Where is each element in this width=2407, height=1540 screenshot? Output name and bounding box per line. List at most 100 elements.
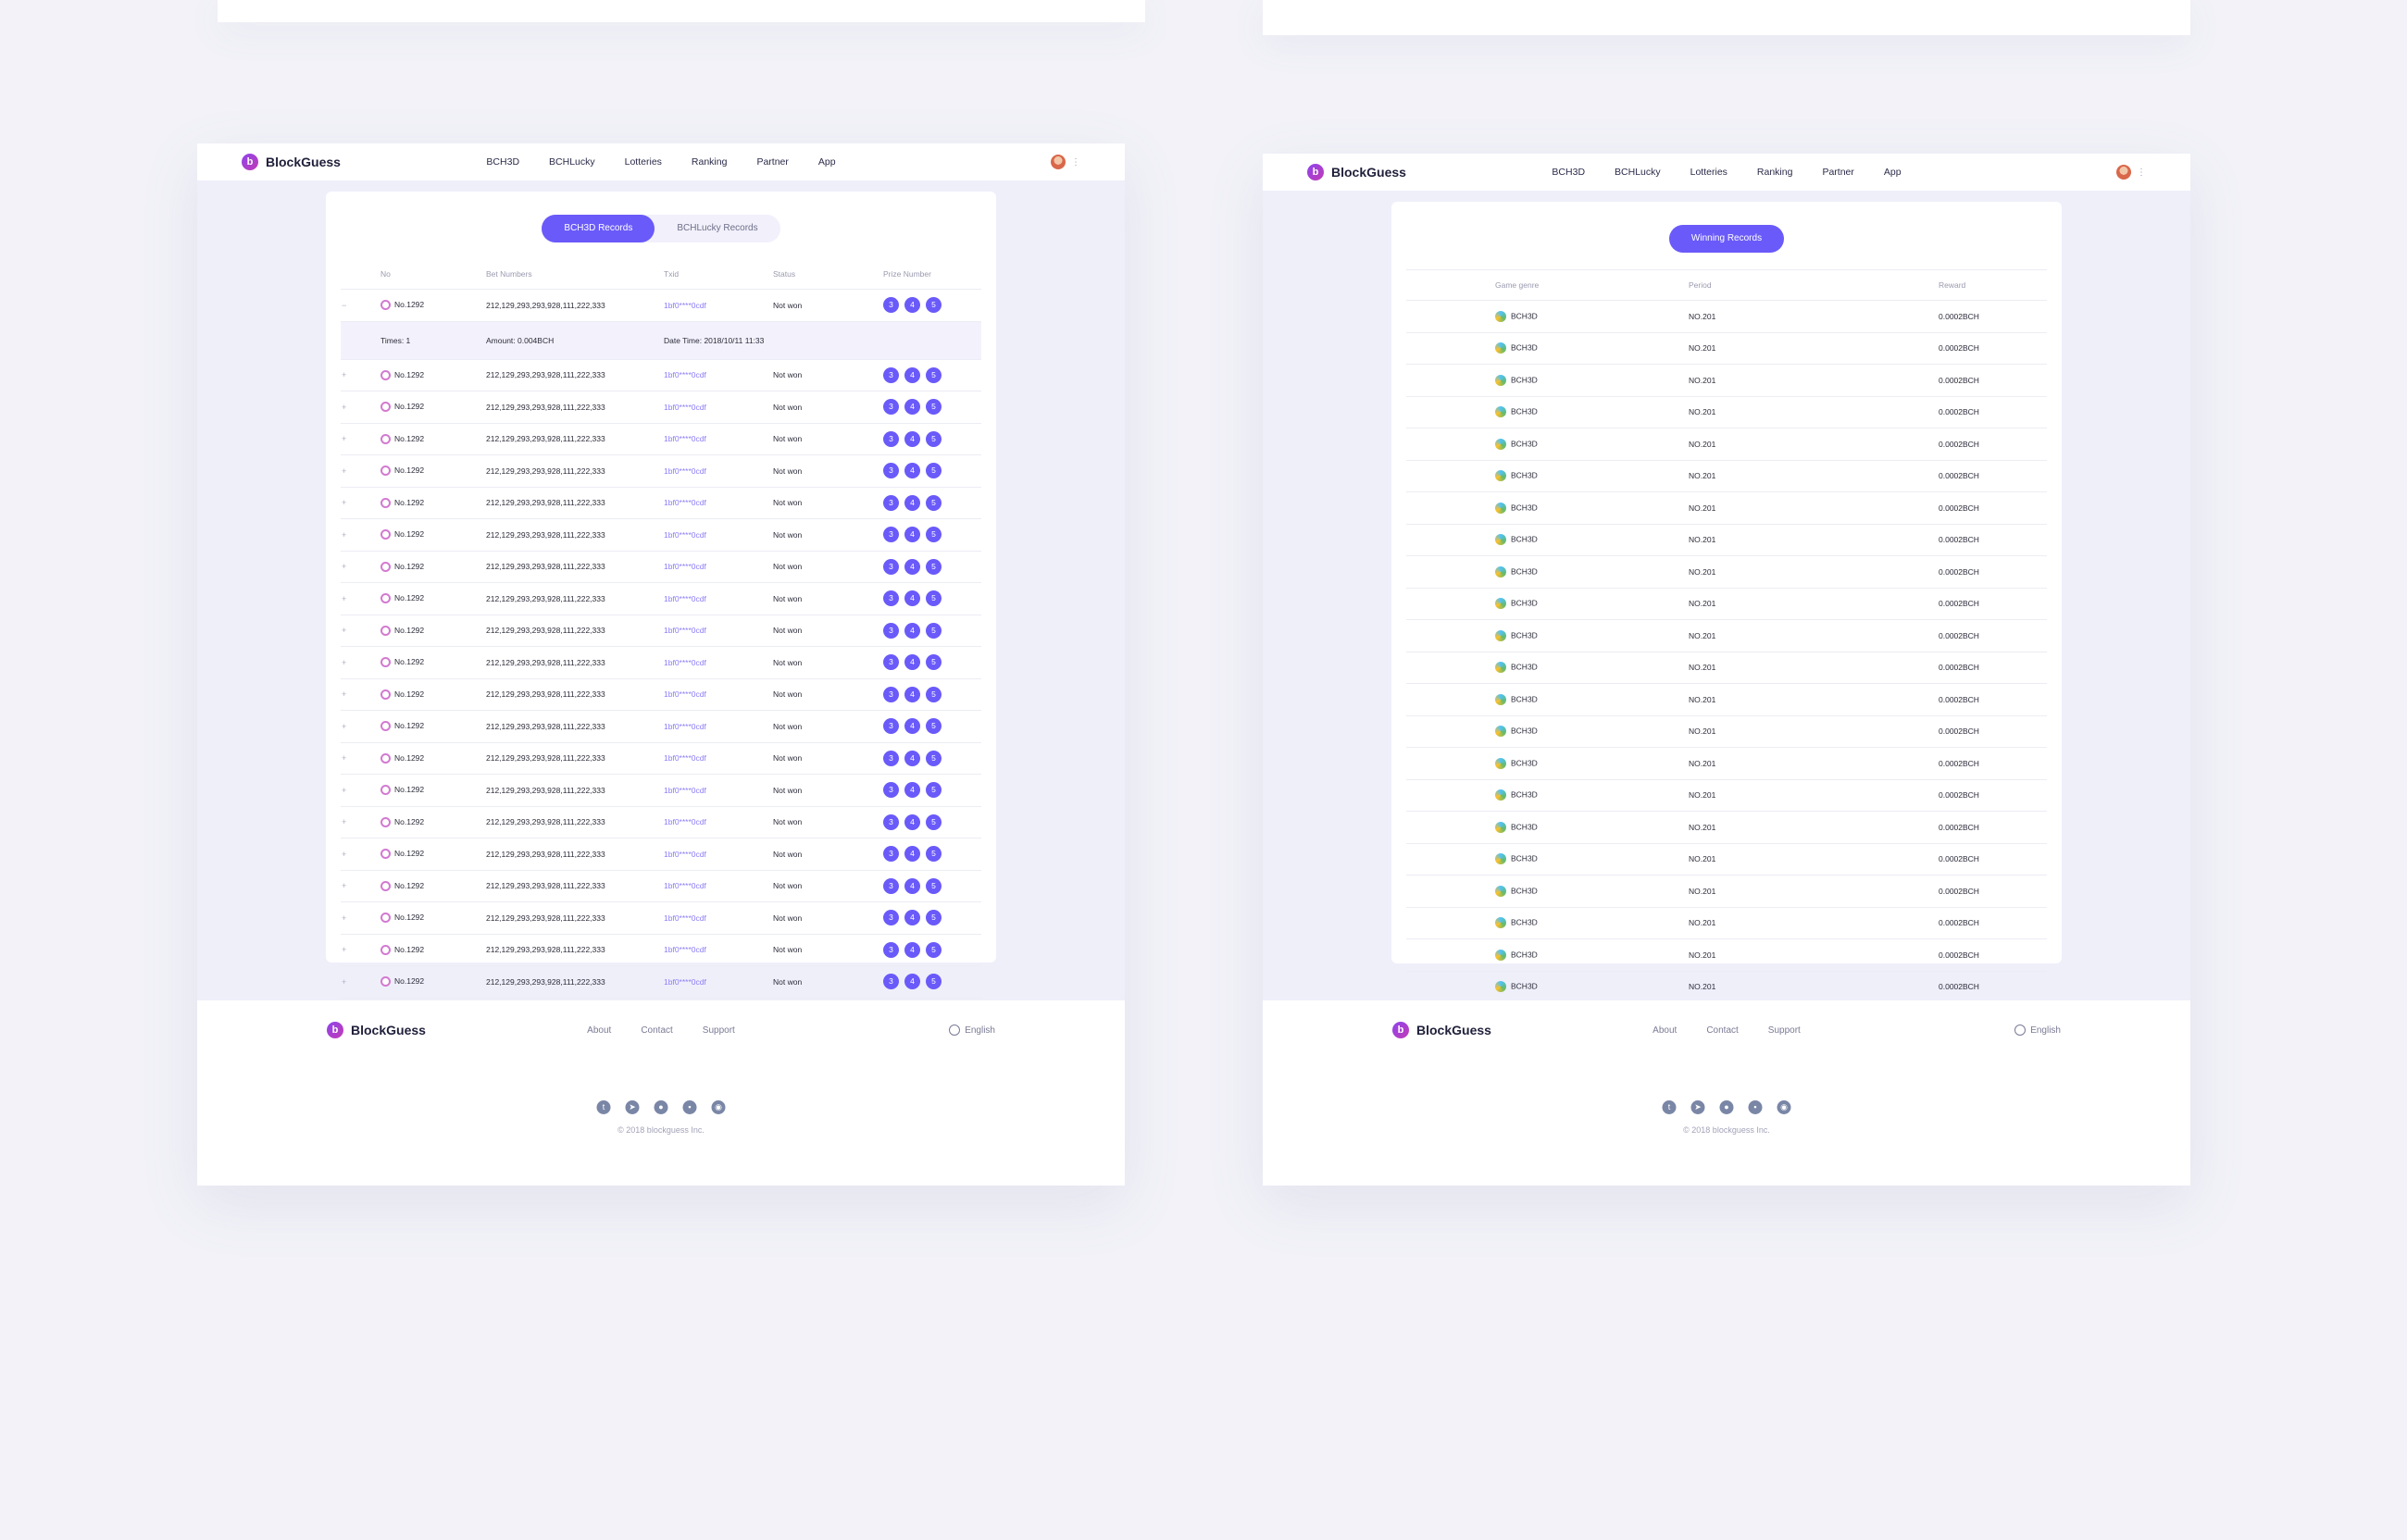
github-icon[interactable]: ◉ — [1777, 1100, 1791, 1114]
table-row[interactable]: + No.1292 212,129,293,293,928,111,222,333 1… — [341, 806, 981, 838]
github-icon[interactable]: ◉ — [711, 1100, 726, 1114]
row-txid-link[interactable]: 1bf0****0cdf — [664, 977, 706, 987]
expand-toggle-icon[interactable]: + — [342, 562, 346, 571]
language-selector[interactable]: English — [949, 1025, 995, 1036]
table-row[interactable]: − No.1292 212,129,293,293,928,111,222,333 1… — [341, 289, 981, 322]
expand-toggle-icon[interactable]: + — [342, 786, 346, 795]
table-row[interactable]: + No.1292 212,129,293,293,928,111,222,333 1… — [341, 551, 981, 583]
expand-toggle-icon[interactable]: + — [342, 530, 346, 540]
more-icon[interactable]: ⋮ — [2137, 168, 2146, 178]
row-txid-link[interactable]: 1bf0****0cdf — [664, 530, 706, 540]
expand-toggle-icon[interactable]: + — [342, 881, 346, 890]
footer-link-support[interactable]: Support — [703, 1025, 735, 1036]
table-row[interactable]: + No.1292 212,129,293,293,928,111,222,333 1… — [341, 615, 981, 647]
table-row[interactable]: + No.1292 212,129,293,293,928,111,222,333 1… — [341, 901, 981, 935]
expand-toggle-icon[interactable]: − — [342, 301, 346, 310]
expand-toggle-icon[interactable]: + — [342, 498, 346, 507]
expand-toggle-icon[interactable]: + — [342, 913, 346, 923]
footer-link-contact[interactable]: Contact — [641, 1025, 672, 1036]
discord-icon[interactable]: ▪ — [682, 1100, 697, 1114]
footer-link-about[interactable]: About — [1652, 1025, 1677, 1036]
brand-logo[interactable]: b BlockGuess — [242, 154, 341, 170]
brand-logo[interactable]: b BlockGuess — [1307, 164, 1406, 180]
expand-toggle-icon[interactable]: + — [342, 753, 346, 763]
nav-item-lotteries[interactable]: Lotteries — [1690, 167, 1727, 178]
avatar[interactable] — [1051, 155, 1066, 169]
nav-item-bch3d[interactable]: BCH3D — [1552, 167, 1585, 178]
row-txid-link[interactable]: 1bf0****0cdf — [664, 562, 706, 571]
row-txid-link[interactable]: 1bf0****0cdf — [664, 658, 706, 667]
nav-item-bch3d[interactable]: BCH3D — [486, 156, 519, 168]
table-row[interactable]: + No.1292 212,129,293,293,928,111,222,333 1… — [341, 965, 981, 999]
table-row[interactable]: + No.1292 212,129,293,293,928,111,222,333 1… — [341, 742, 981, 775]
table-row[interactable]: + No.1292 212,129,293,293,928,111,222,333 1… — [341, 518, 981, 552]
row-txid-link[interactable]: 1bf0****0cdf — [664, 786, 706, 795]
tab-bch3d-records[interactable]: BCH3D Records — [542, 215, 655, 242]
table-row[interactable]: + No.1292 212,129,293,293,928,111,222,333 1… — [341, 710, 981, 743]
footer-logo[interactable]: b BlockGuess — [327, 1022, 426, 1038]
row-txid-link[interactable]: 1bf0****0cdf — [664, 753, 706, 763]
table-row[interactable]: + No.1292 212,129,293,293,928,111,222,333 1… — [341, 359, 981, 391]
table-row[interactable]: + No.1292 212,129,293,293,928,111,222,333 1… — [341, 774, 981, 807]
expand-toggle-icon[interactable]: + — [342, 658, 346, 667]
table-row[interactable]: + No.1292 212,129,293,293,928,111,222,333 1… — [341, 423, 981, 455]
twitter-icon[interactable]: t — [1662, 1100, 1677, 1114]
row-txid-link[interactable]: 1bf0****0cdf — [664, 945, 706, 954]
expand-toggle-icon[interactable]: + — [342, 434, 346, 443]
nav-item-app[interactable]: App — [1884, 167, 1902, 178]
footer-logo[interactable]: b BlockGuess — [1392, 1022, 1491, 1038]
row-txid-link[interactable]: 1bf0****0cdf — [664, 434, 706, 443]
row-txid-link[interactable]: 1bf0****0cdf — [664, 498, 706, 507]
table-row[interactable]: + No.1292 212,129,293,293,928,111,222,333 1… — [341, 487, 981, 519]
table-row[interactable]: + No.1292 212,129,293,293,928,111,222,333 1… — [341, 391, 981, 424]
user-menu[interactable]: ⋮ — [2116, 165, 2146, 180]
row-txid-link[interactable]: 1bf0****0cdf — [664, 594, 706, 603]
row-txid-link[interactable]: 1bf0****0cdf — [664, 913, 706, 923]
expand-toggle-icon[interactable]: + — [342, 722, 346, 731]
table-row[interactable]: + No.1292 212,129,293,293,928,111,222,333 1… — [341, 870, 981, 902]
expand-toggle-icon[interactable]: + — [342, 977, 346, 987]
table-row[interactable]: + No.1292 212,129,293,293,928,111,222,333 1… — [341, 678, 981, 711]
row-txid-link[interactable]: 1bf0****0cdf — [664, 817, 706, 826]
discord-icon[interactable]: ▪ — [1748, 1100, 1763, 1114]
nav-item-bchlucky[interactable]: BCHLucky — [549, 156, 595, 168]
expand-toggle-icon[interactable]: + — [342, 370, 346, 379]
row-txid-link[interactable]: 1bf0****0cdf — [664, 850, 706, 859]
expand-toggle-icon[interactable]: + — [342, 466, 346, 476]
expand-toggle-icon[interactable]: + — [342, 850, 346, 859]
expand-toggle-icon[interactable]: + — [342, 626, 346, 635]
nav-item-app[interactable]: App — [818, 156, 836, 168]
language-selector[interactable]: English — [2014, 1025, 2061, 1036]
table-row[interactable]: + No.1292 212,129,293,293,928,111,222,333 1… — [341, 646, 981, 679]
footer-link-about[interactable]: About — [587, 1025, 611, 1036]
row-txid-link[interactable]: 1bf0****0cdf — [664, 689, 706, 699]
table-row[interactable]: + No.1292 212,129,293,293,928,111,222,333 1… — [341, 582, 981, 615]
telegram-icon[interactable]: ➤ — [625, 1100, 640, 1114]
row-txid-link[interactable]: 1bf0****0cdf — [664, 626, 706, 635]
table-row[interactable]: + No.1292 212,129,293,293,928,111,222,333 1… — [341, 838, 981, 871]
avatar[interactable] — [2116, 165, 2131, 180]
row-txid-link[interactable]: 1bf0****0cdf — [664, 466, 706, 476]
expand-toggle-icon[interactable]: + — [342, 689, 346, 699]
expand-toggle-icon[interactable]: + — [342, 594, 346, 603]
row-txid-link[interactable]: 1bf0****0cdf — [664, 370, 706, 379]
row-txid-link[interactable]: 1bf0****0cdf — [664, 881, 706, 890]
footer-link-support[interactable]: Support — [1768, 1025, 1801, 1036]
expand-toggle-icon[interactable]: + — [342, 403, 346, 412]
row-txid-link[interactable]: 1bf0****0cdf — [664, 403, 706, 412]
table-row[interactable]: + No.1292 212,129,293,293,928,111,222,333 1… — [341, 454, 981, 488]
tab-bchlucky-records[interactable]: BCHLucky Records — [655, 215, 779, 242]
nav-item-ranking[interactable]: Ranking — [692, 156, 728, 168]
expand-toggle-icon[interactable]: + — [342, 945, 346, 954]
expand-toggle-icon[interactable]: + — [342, 817, 346, 826]
nav-item-ranking[interactable]: Ranking — [1757, 167, 1793, 178]
medium-icon[interactable]: ● — [654, 1100, 668, 1114]
nav-item-lotteries[interactable]: Lotteries — [625, 156, 662, 168]
row-txid-link[interactable]: 1bf0****0cdf — [664, 722, 706, 731]
user-menu[interactable]: ⋮ — [1051, 155, 1080, 169]
nav-item-partner[interactable]: Partner — [1822, 167, 1853, 178]
table-row[interactable]: + No.1292 212,129,293,293,928,111,222,333 1… — [341, 934, 981, 966]
twitter-icon[interactable]: t — [596, 1100, 611, 1114]
footer-link-contact[interactable]: Contact — [1706, 1025, 1738, 1036]
nav-item-bchlucky[interactable]: BCHLucky — [1615, 167, 1661, 178]
